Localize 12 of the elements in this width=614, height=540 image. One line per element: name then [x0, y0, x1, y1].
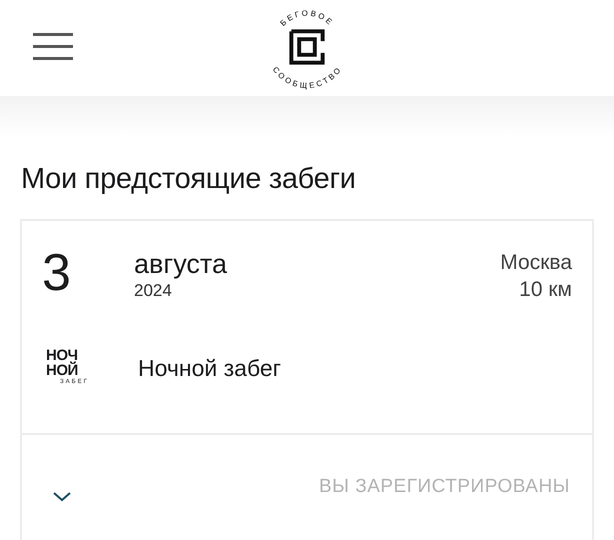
page-title: Мои предстоящие забеги	[21, 162, 357, 197]
menu-button[interactable]	[33, 33, 73, 61]
event-year: 2024	[134, 280, 173, 302]
chevron-down-icon	[52, 490, 72, 503]
event-day: 3	[42, 246, 134, 299]
event-city: Москва	[500, 250, 572, 274]
event-name: Ночной забег	[138, 354, 282, 383]
registration-status: ВЫ ЗАРЕГИСТРИРОВАНЫ	[318, 474, 570, 499]
event-distance: 10 км	[518, 276, 572, 303]
event-month: августа	[134, 250, 228, 278]
event-logo-text: НОЧ НОЙ	[46, 349, 78, 378]
logo-icon	[289, 29, 325, 65]
